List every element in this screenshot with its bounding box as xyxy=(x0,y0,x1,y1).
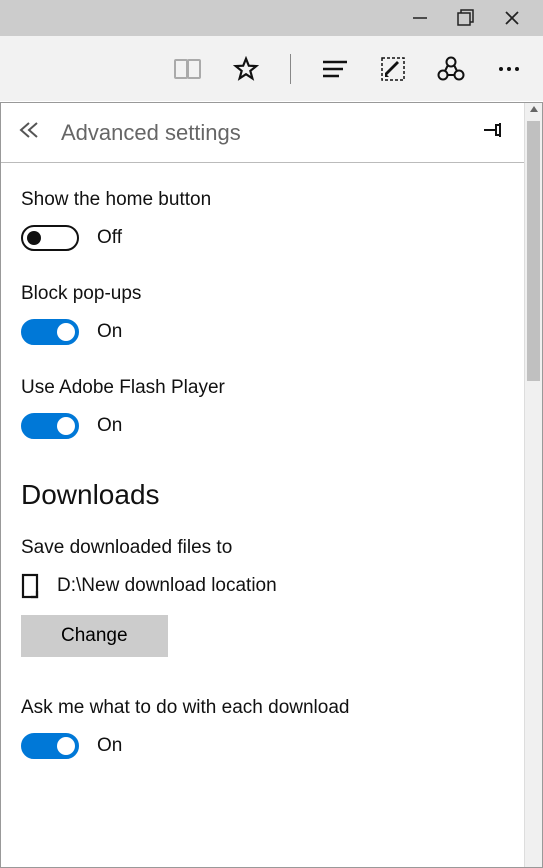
hub-lines-icon[interactable] xyxy=(321,56,349,82)
setting-ask-download: Ask me what to do with each download On xyxy=(21,697,504,759)
setting-label: Ask me what to do with each download xyxy=(21,697,504,719)
reading-view-icon[interactable] xyxy=(174,56,202,82)
change-button[interactable]: Change xyxy=(21,615,168,657)
toggle-state-text: On xyxy=(97,735,122,757)
minimize-button[interactable] xyxy=(411,9,429,27)
setting-label: Use Adobe Flash Player xyxy=(21,377,504,399)
scrollbar-thumb[interactable] xyxy=(527,121,540,381)
panel-title: Advanced settings xyxy=(61,120,484,146)
setting-block-popups: Block pop-ups On xyxy=(21,283,504,345)
toolbar-separator xyxy=(290,54,291,84)
setting-flash: Use Adobe Flash Player On xyxy=(21,377,504,439)
save-to-label: Save downloaded files to xyxy=(21,537,504,559)
window-titlebar xyxy=(0,0,543,36)
download-path-row: D:\New download location xyxy=(21,573,504,599)
download-path: D:\New download location xyxy=(57,575,277,597)
scroll-up-arrow[interactable] xyxy=(525,105,542,116)
more-icon[interactable] xyxy=(495,56,523,82)
back-button[interactable] xyxy=(19,122,39,143)
home-button-toggle[interactable] xyxy=(21,225,79,251)
block-popups-toggle[interactable] xyxy=(21,319,79,345)
folder-icon xyxy=(21,573,43,599)
toggle-state-text: Off xyxy=(97,227,122,249)
ask-download-toggle[interactable] xyxy=(21,733,79,759)
favorites-star-icon[interactable] xyxy=(232,56,260,82)
pin-button[interactable] xyxy=(484,122,506,143)
flash-toggle[interactable] xyxy=(21,413,79,439)
maximize-button[interactable] xyxy=(457,9,475,27)
scrollbar[interactable] xyxy=(524,103,542,867)
settings-panel: Advanced settings Show the home button O… xyxy=(0,102,543,868)
panel-header: Advanced settings xyxy=(1,103,524,163)
browser-toolbar xyxy=(0,36,543,102)
setting-label: Block pop-ups xyxy=(21,283,504,305)
close-button[interactable] xyxy=(503,9,521,27)
toggle-state-text: On xyxy=(97,321,122,343)
web-note-icon[interactable] xyxy=(379,56,407,82)
downloads-heading: Downloads xyxy=(21,479,504,511)
setting-home-button: Show the home button Off xyxy=(21,189,504,251)
share-icon[interactable] xyxy=(437,56,465,82)
setting-label: Show the home button xyxy=(21,189,504,211)
toggle-state-text: On xyxy=(97,415,122,437)
